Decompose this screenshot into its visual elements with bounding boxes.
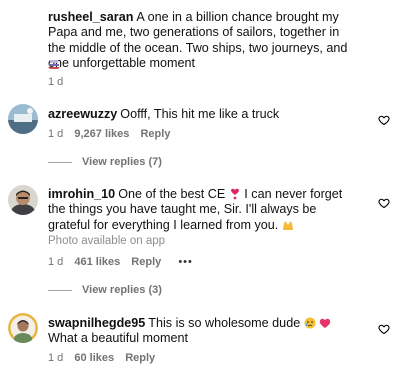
comment-body: Oofff, This hit me like a truck [120,107,280,121]
avatar[interactable] [8,185,38,215]
comment-text: rusheel_saran A one in a billion chance b… [48,10,360,72]
timestamp: 1 d [48,256,64,268]
comment-meta: 1 d 9,267 likes Reply [48,128,178,140]
view-replies-label: View replies (3) [82,284,162,296]
likes-count[interactable]: 9,267 likes [74,128,129,140]
comment-text: azreewuzzy Oofff, This hit me like a truc… [48,107,360,122]
divider [48,161,72,163]
raised-hands-emoji-icon [282,219,294,231]
comment-meta: 1 d [48,76,71,88]
comment-text: imrohin_10 One of the best CE I can never… [48,187,360,250]
comment-body-b: What a beautiful moment [48,331,189,346]
heart-outline-icon[interactable] [378,322,390,335]
username-link[interactable]: rusheel_saran [48,10,133,24]
reply-button[interactable]: Reply [131,256,161,268]
avatar[interactable] [8,104,38,134]
heart-outline-icon[interactable] [378,196,390,209]
more-options-icon[interactable]: ••• [178,256,193,268]
view-replies-label: View replies (7) [82,156,162,168]
reply-button[interactable]: Reply [125,352,155,364]
username-link[interactable]: swapnilhegde95 [48,316,145,330]
timestamp: 1 d [48,128,64,140]
comment-body-a: This is so wholesome dude [148,316,301,330]
likes-count[interactable]: 461 likes [74,256,120,268]
username-link[interactable]: azreewuzzy [48,107,117,121]
reply-button[interactable]: Reply [140,128,170,140]
comment-text: swapnilhegde95 This is so wholesome dude … [48,316,360,347]
comment-body-a: One of the best CE [118,187,226,201]
view-replies-button[interactable]: View replies (3) [48,284,162,296]
likes-count[interactable]: 60 likes [74,352,114,364]
crying-face-emoji-icon [304,317,316,329]
photo-available-note: Photo available on app [48,235,166,248]
timestamp: 1 d [48,352,64,364]
heart-outline-icon[interactable] [378,113,390,126]
username-link[interactable]: imrohin_10 [48,187,115,201]
heart-exclamation-emoji-icon [229,188,241,200]
ship-emoji-icon [48,57,60,75]
comment-meta: 1 d 461 likes Reply ••• [48,256,201,268]
divider [48,289,72,291]
comment-meta: 1 d 60 likes Reply [48,352,163,364]
view-replies-button[interactable]: View replies (7) [48,156,162,168]
timestamp: 1 d [48,76,64,88]
pink-heart-emoji-icon [319,317,331,329]
avatar[interactable] [8,313,38,343]
